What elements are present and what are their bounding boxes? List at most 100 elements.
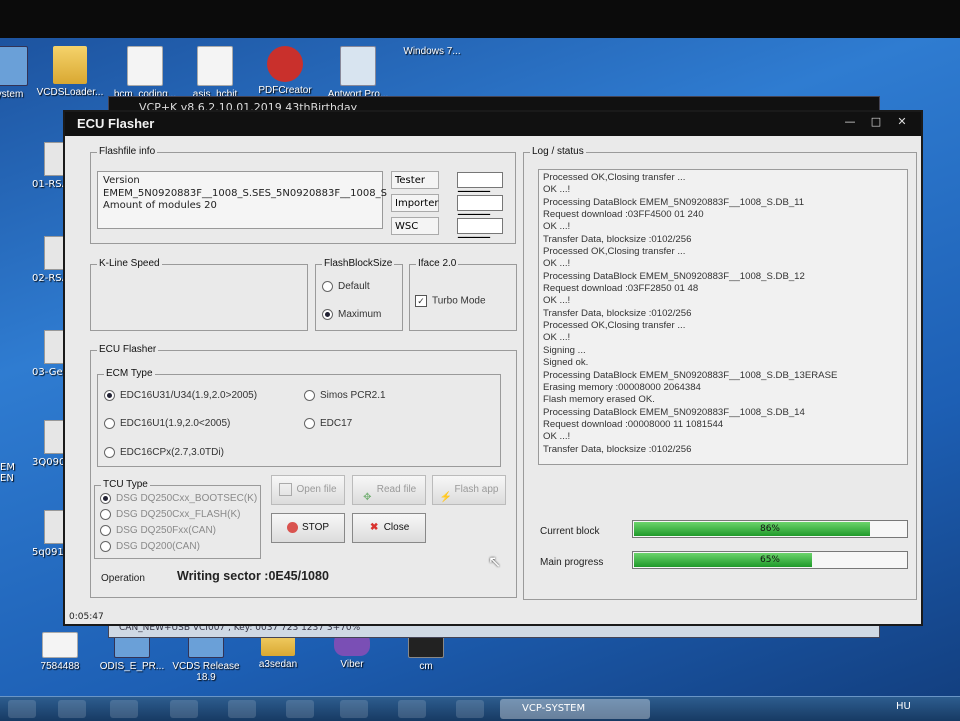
desktop-shortcut[interactable]: bcm_coding...: [105, 46, 185, 100]
ecm-type-legend: ECM Type: [104, 368, 155, 379]
language-indicator[interactable]: HU: [896, 701, 911, 712]
ecm-option-label: Simos PCR2.1: [320, 390, 386, 402]
taskbar-app-icon[interactable]: [456, 700, 484, 718]
tester-value: ____: [457, 172, 503, 192]
ecm-option[interactable]: EDC16U31/U34(1.9,2.0>2005): [104, 390, 257, 401]
desktop-shortcut-label: ODIS_E_PR...: [99, 661, 165, 672]
start-button[interactable]: [8, 700, 36, 718]
stop-button[interactable]: STOP: [271, 513, 345, 543]
stop-icon: [286, 521, 298, 533]
taskbar-active-item[interactable]: VCP-SYSTEM: [500, 699, 650, 719]
open-file-button[interactable]: Open file: [271, 475, 345, 505]
radio-icon[interactable]: [104, 447, 115, 458]
radio-icon[interactable]: [322, 281, 333, 292]
radio-icon[interactable]: [304, 418, 315, 429]
desktop-shortcut[interactable]: VCDS Release 18.9: [166, 632, 246, 683]
flashfile-line: Amount of modules 20: [103, 200, 217, 211]
flashfile-info-legend: Flashfile info: [97, 146, 158, 157]
kline-speed-group: K-Line Speed: [90, 258, 308, 331]
taskbar-viber-icon[interactable]: [340, 700, 368, 718]
tcu-type-legend: TCU Type: [101, 479, 150, 490]
radio-icon[interactable]: [104, 418, 115, 429]
desktop-shortcut[interactable]: ODIS_E_PR...: [92, 632, 172, 672]
desktop-shortcut[interactable]: 5q0919: [0, 510, 72, 558]
flashblocksize-maximum-option[interactable]: Maximum: [322, 309, 381, 320]
ecm-option[interactable]: EDC16CPx(2.7,3.0TDi): [104, 447, 224, 458]
radio-icon[interactable]: [100, 509, 111, 520]
document-icon: [42, 632, 78, 658]
desktop-shortcut[interactable]: Antwort Pro...: [318, 46, 398, 100]
ecm-option[interactable]: EDC17: [304, 418, 352, 429]
ecm-option[interactable]: EDC16U1(1.9,2.0<2005): [104, 418, 230, 429]
checkbox-checked-icon[interactable]: ✓: [415, 295, 427, 307]
desktop-shortcut[interactable]: 01-RSA: [0, 142, 72, 190]
log-line: Processing DataBlock EMEM_5N0920883F__10…: [543, 270, 805, 282]
log-line: Request download :03FF4500 01 240: [543, 209, 704, 221]
desktop-shortcut[interactable]: Windows 7...: [392, 46, 489, 194]
document-icon: [127, 46, 163, 86]
web-document-icon: [340, 46, 376, 86]
taskbar-app-icon[interactable]: [110, 700, 138, 718]
iface-legend: Iface 2.0: [416, 258, 459, 269]
desktop-shortcut-label: 7584488: [40, 661, 80, 672]
flashblocksize-default-option[interactable]: Default: [322, 281, 370, 292]
radio-selected-icon[interactable]: [100, 493, 111, 504]
ecm-option-label: EDC17: [320, 418, 353, 430]
flashfile-line: Version: [103, 175, 140, 186]
main-progress-text: 65%: [759, 555, 780, 565]
ecu-flasher-group: ECU Flasher ECM Type EDC16U31/U34(1.9,2.…: [90, 344, 517, 598]
main-progress-bar: 65%: [632, 551, 908, 569]
tcu-option[interactable]: DSG DQ250Cxx_FLASH(K): [100, 509, 240, 520]
log-line: Request download :03FF2850 01 48: [543, 283, 699, 295]
desktop-shortcut[interactable]: 03-Gek: [0, 330, 72, 378]
turbo-mode-label: Turbo Mode: [432, 295, 486, 307]
elapsed-time: 0:05:47: [69, 612, 104, 622]
desktop-shortcut-label: VCDS Release 18.9: [172, 661, 240, 683]
desktop-shortcut[interactable]: 3Q0907: [0, 420, 72, 468]
main-progress-label: Main progress: [540, 557, 604, 568]
radio-icon[interactable]: [100, 541, 111, 552]
desktop-shortcut[interactable]: asis_hcbit: [175, 46, 255, 100]
desktop-shortcut[interactable]: cm: [386, 632, 466, 672]
maximize-icon[interactable]: □: [869, 116, 883, 128]
tcu-option[interactable]: DSG DQ200(CAN): [100, 541, 200, 552]
iface-group: Iface 2.0 ✓ Turbo Mode: [409, 258, 517, 331]
desktop-shortcut-label: a3sedan: [258, 659, 298, 670]
desktop-shortcut-label: cm: [419, 661, 433, 672]
taskbar-app-icon[interactable]: [170, 700, 198, 718]
ecm-option[interactable]: Simos PCR2.1: [304, 390, 386, 401]
taskbar-app-icon[interactable]: [286, 700, 314, 718]
desktop-shortcut[interactable]: PDFCreator: [245, 46, 325, 96]
kline-speed-legend: K-Line Speed: [97, 258, 162, 269]
flash-app-button[interactable]: ⚡Flash app: [432, 475, 506, 505]
desktop-shortcut[interactable]: 7584488: [20, 632, 100, 672]
tcu-option[interactable]: DSG DQ250Cxx_BOOTSEC(K): [100, 493, 257, 504]
desktop-shortcut-label: Viber: [340, 659, 364, 670]
current-block-progress-bar: 86%: [632, 520, 908, 538]
close-icon[interactable]: ✕: [895, 116, 909, 128]
ecu-flasher-window: ECU Flasher — □ ✕ Flashfile info Version…: [63, 110, 923, 626]
taskbar-chrome-icon[interactable]: [58, 700, 86, 718]
radio-icon[interactable]: [304, 390, 315, 401]
taskbar-app-icon[interactable]: [398, 700, 426, 718]
log-list[interactable]: Processed OK,Closing transfer ... OK ...!…: [538, 169, 908, 465]
read-file-button[interactable]: ✥ Read file: [352, 475, 426, 505]
radio-selected-icon[interactable]: [322, 309, 333, 320]
turbo-mode-checkbox[interactable]: ✓ Turbo Mode: [415, 295, 486, 307]
computer-icon: [0, 46, 28, 86]
flash-app-label: Flash app: [454, 484, 499, 495]
desktop-shortcut[interactable]: VCDSLoader...: [30, 46, 110, 98]
log-line: OK ...!: [543, 221, 571, 233]
tcu-option-label: DSG DQ250Cxx_FLASH(K): [116, 509, 241, 521]
tcu-option[interactable]: DSG DQ250Fxx(CAN): [100, 525, 216, 536]
radio-icon[interactable]: [100, 525, 111, 536]
minimize-icon[interactable]: —: [843, 116, 857, 128]
radio-selected-icon[interactable]: [104, 390, 115, 401]
desktop-shortcut[interactable]: 02-RSA: [0, 236, 72, 284]
window-title: ECU Flasher: [65, 112, 921, 136]
importer-value: ____: [457, 195, 503, 215]
close-button[interactable]: ✖ Close: [352, 513, 426, 543]
tcu-option-label: DSG DQ250Cxx_BOOTSEC(K): [116, 493, 258, 505]
taskbar-app-icon[interactable]: [228, 700, 256, 718]
log-line: OK ...!: [543, 258, 571, 270]
